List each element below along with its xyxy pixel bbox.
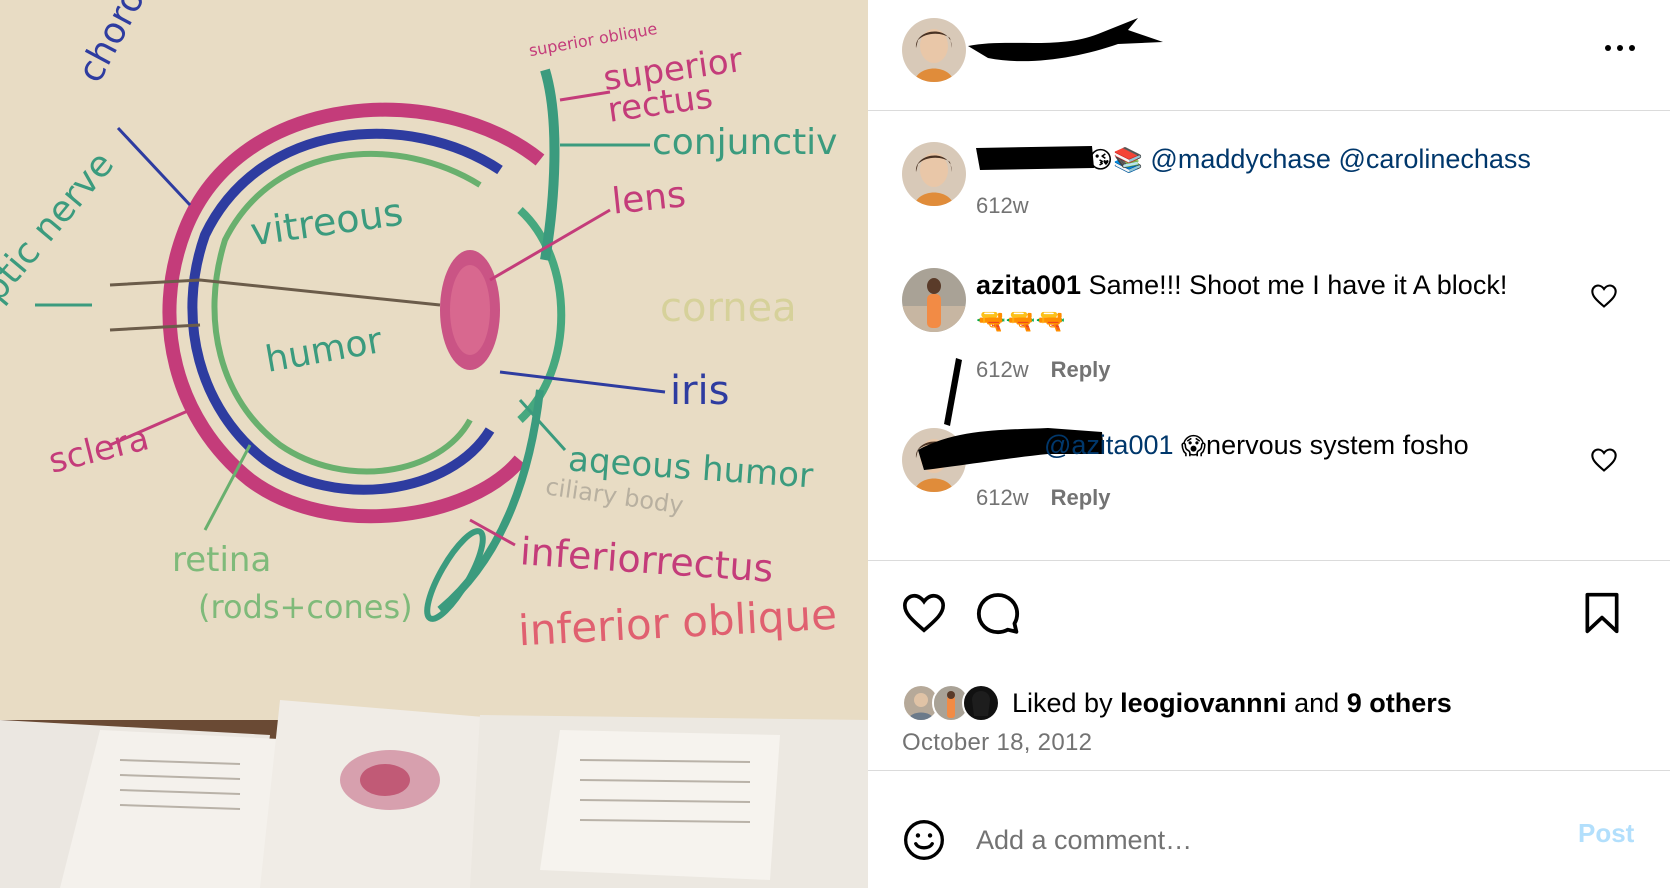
caption-mention-1[interactable]: @maddychase: [1150, 144, 1331, 174]
comment-2-text: @azita001 😱nervous system fosho: [1044, 428, 1469, 463]
heart-icon: [903, 593, 945, 633]
label-lens: lens: [610, 174, 688, 223]
label-retina: retina: [172, 540, 272, 580]
like-post-button[interactable]: [900, 590, 948, 641]
label-iris: iris: [670, 368, 730, 414]
comments-divider: [868, 560, 1670, 561]
redacted-username: [968, 18, 1163, 62]
caption-text: 😘📚 @maddychase @carolinechass: [1088, 142, 1531, 177]
like-comment-button[interactable]: [1590, 282, 1618, 310]
liker-avatar: [962, 684, 1000, 722]
comment-body: nervous system fosho: [1206, 430, 1469, 460]
reply-button[interactable]: Reply: [1051, 485, 1111, 510]
emoji-smile-icon: [904, 820, 944, 860]
liked-by-user[interactable]: leogiovannni: [1120, 688, 1287, 718]
comment-1-text: azita001 Same!!! Shoot me I have it A bl…: [976, 268, 1507, 302]
liked-by-others[interactable]: 9 others: [1347, 688, 1452, 718]
heart-icon: [1591, 448, 1617, 472]
comment-2-meta: 612w Reply: [976, 484, 1111, 512]
caption-timestamp: 612w: [976, 192, 1029, 220]
redacted-caption-username: [976, 146, 1094, 170]
avatar-photo-icon: [902, 142, 966, 206]
comment-mention[interactable]: @azita001: [1044, 430, 1174, 460]
liked-by-avatars[interactable]: [902, 684, 1004, 724]
caption-emoji: 😘📚: [1088, 146, 1143, 174]
liked-by-conj: and: [1294, 688, 1340, 718]
comment-icon: [976, 593, 1020, 635]
like-comment-button[interactable]: [1590, 446, 1618, 474]
avatar-photo-icon: [964, 686, 998, 720]
comment-avatar[interactable]: [902, 268, 966, 332]
comment-1-emoji: 🔫🔫🔫: [976, 307, 1066, 335]
avatar-photo-icon: [902, 18, 966, 82]
post-sidebar: 😘📚 @maddychase @carolinechass 612w azita…: [868, 0, 1670, 888]
label-conjunctiva: conjunctiv: [652, 122, 838, 163]
liked-by-text: Liked by leogiovannni and 9 others: [1012, 686, 1452, 720]
comment-body: Same!!! Shoot me I have it A block!: [1088, 270, 1508, 300]
header-divider: [868, 110, 1670, 111]
save-post-button[interactable]: [1580, 590, 1624, 641]
more-dots-icon: [1605, 45, 1635, 51]
comment-button[interactable]: [974, 590, 1022, 641]
heart-icon: [1591, 284, 1617, 308]
label-rods-cones: (rods+cones): [198, 588, 413, 626]
caption-time: 612w: [976, 193, 1029, 218]
avatar-photo-icon: [902, 268, 966, 332]
add-comment-input[interactable]: [976, 820, 1536, 860]
liked-by-prefix: Liked by: [1012, 688, 1113, 718]
caption-avatar[interactable]: [902, 142, 966, 206]
bookmark-icon: [1585, 592, 1619, 634]
post-date[interactable]: October 18, 2012: [902, 728, 1092, 758]
comment-emoji: 😱: [1181, 432, 1207, 460]
emoji-picker-button[interactable]: [902, 818, 946, 867]
footer-divider: [868, 770, 1670, 771]
label-cornea: cornea: [660, 285, 797, 331]
post-comment-button[interactable]: Post: [1578, 818, 1634, 849]
comment-username[interactable]: azita001: [976, 270, 1081, 300]
comment-time: 612w: [976, 485, 1029, 510]
caption-mention-2[interactable]: @carolinechass: [1338, 144, 1531, 174]
more-options-button[interactable]: [1600, 36, 1640, 60]
post-photo: choroid optic nerve superior oblique sup…: [0, 0, 868, 888]
author-avatar[interactable]: [902, 18, 966, 82]
